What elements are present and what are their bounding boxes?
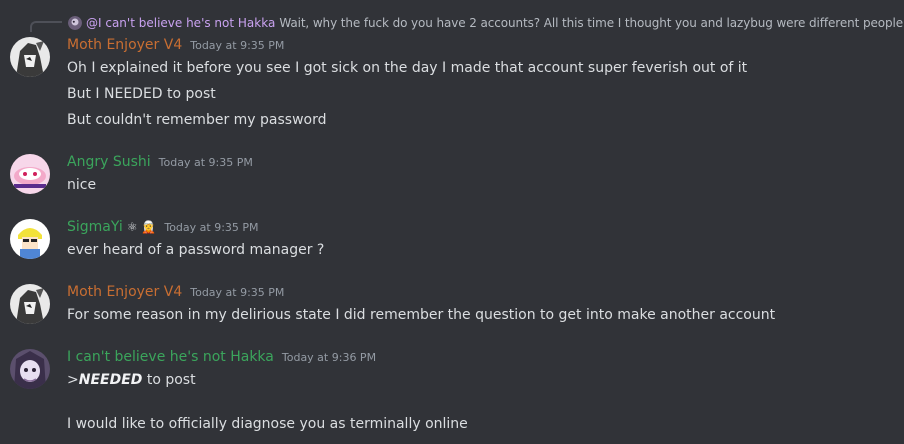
message-header: Angry Sushi Today at 9:35 PM [67,154,253,174]
timestamp: Today at 9:35 PM [158,156,253,169]
message-header: Moth Enjoyer V4 Today at 9:35 PM [67,37,284,57]
sigmayi-avatar-icon [10,219,50,259]
reply-avatar-icon [68,16,82,30]
message-text: For some reason in my delirious state I … [67,307,776,323]
reply-mention[interactable]: @I can't believe he's not Hakka [86,16,275,30]
author-name[interactable]: SigmaYi [67,219,123,235]
timestamp: Today at 9:35 PM [190,39,285,52]
avatar-moth-enjoyer[interactable] [10,37,50,77]
message-text: I would like to officially diagnose you … [67,416,468,432]
avatar-angry-sushi[interactable] [10,154,50,194]
message-text: nice [67,177,97,193]
quote-bold-text: NEEDED [78,372,143,388]
message-header: SigmaYi ⚛ 🧝 Today at 9:35 PM [67,219,259,239]
message-quote-line: >NEEDED to post [67,370,196,390]
timestamp: Today at 9:36 PM [281,351,377,364]
chat-messages: @I can't believe he's not Hakka Wait, wh… [0,0,904,444]
timestamp: Today at 9:35 PM [164,221,259,234]
timestamp: Today at 9:35 PM [190,286,285,299]
hakka-avatar-icon [10,349,50,389]
quote-prefix: > [67,372,79,388]
avatar-moth-enjoyer[interactable] [10,284,50,324]
quote-rest-text: to post [142,372,196,388]
message-header: Moth Enjoyer V4 Today at 9:35 PM [67,284,284,304]
moth-avatar-icon [10,37,50,77]
message-text: Oh I explained it before you see I got s… [67,60,748,76]
author-name[interactable]: Moth Enjoyer V4 [67,37,182,53]
message-text: But I NEEDED to post [67,86,216,102]
author-name[interactable]: Moth Enjoyer V4 [67,284,182,300]
author-name[interactable]: I can't believe he's not Hakka [67,349,274,365]
moth-avatar-icon [10,284,50,324]
message-header: I can't believe he's not Hakka Today at … [67,349,376,369]
message-text: ever heard of a password manager ? [67,242,325,258]
avatar-hakka[interactable] [10,349,50,389]
message-text: But couldn't remember my password [67,112,327,128]
reply-spine [30,21,62,32]
sushi-avatar-icon [10,154,50,194]
avatar-sigmayi[interactable] [10,219,50,259]
author-name[interactable]: Angry Sushi [67,154,151,170]
reply-reference[interactable]: @I can't believe he's not Hakka Wait, wh… [68,14,903,32]
role-badge-icon: ⚛ 🧝 [126,220,157,234]
reply-text[interactable]: Wait, why the fuck do you have 2 account… [279,16,903,30]
